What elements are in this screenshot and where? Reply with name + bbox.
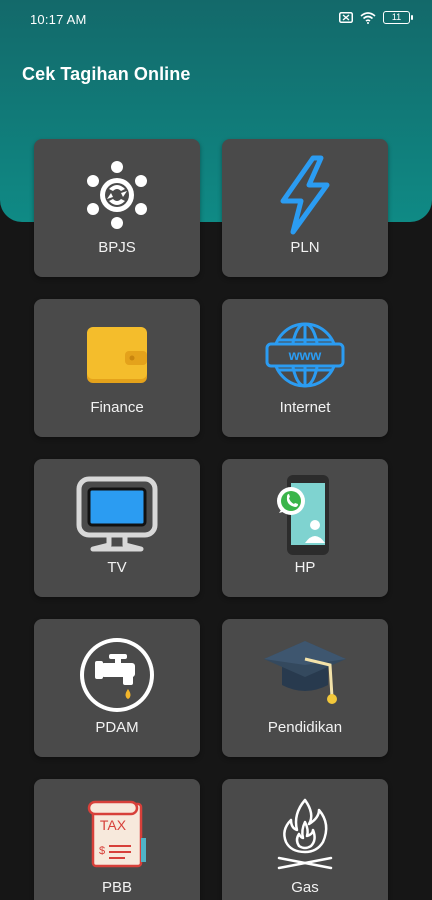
status-icons: 11 [339,11,413,24]
menu-item-label: BPJS [98,239,136,256]
menu-grid: BPJS PLN Finance www Internet TV HP PDAM… [34,139,388,900]
lightning-icon [260,155,350,235]
menu-item-finance[interactable]: Finance [34,299,200,437]
tax-text: TAX [100,817,127,833]
menu-item-label: PDAM [95,719,139,736]
water-tap-icon [72,638,162,712]
menu-item-pendidikan[interactable]: Pendidikan [222,619,388,757]
menu-item-bpjs[interactable]: BPJS [34,139,200,277]
www-label: www [288,347,322,363]
menu-item-label: Gas [291,879,319,896]
menu-item-label: PBB [101,879,132,896]
tv-icon [72,476,162,552]
menu-item-label: Internet [279,399,331,416]
sim-card-icon [339,12,353,23]
tax-document-icon: TAX $ [72,799,162,871]
battery-icon: 11 [383,11,413,24]
wallet-icon [72,319,162,391]
globe-www-icon: www [260,319,350,391]
menu-item-pln[interactable]: PLN [222,139,388,277]
menu-item-pbb[interactable]: TAX $ PBB [34,779,200,900]
gas-flame-icon [260,798,350,871]
wifi-icon [360,11,376,24]
status-bar: 10:17 AM 11 [0,0,432,38]
menu-item-pdam[interactable]: PDAM [34,619,200,757]
menu-item-hp[interactable]: HP [222,459,388,597]
menu-item-label: Finance [90,399,144,416]
menu-item-internet[interactable]: www Internet [222,299,388,437]
menu-item-label: Pendidikan [267,719,343,736]
menu-item-gas[interactable]: Gas [222,779,388,900]
menu-item-label: TV [107,559,127,576]
page-title: Cek Tagihan Online [22,64,191,84]
menu-item-label: PLN [290,239,320,256]
dollar-sign: $ [99,845,105,857]
menu-item-label: HP [294,559,316,576]
graduation-cap-icon [260,639,350,711]
bpjs-logo-icon [72,159,162,231]
smartphone-icon [260,475,350,555]
status-time: 10:17 AM [30,12,87,27]
menu-item-tv[interactable]: TV [34,459,200,597]
